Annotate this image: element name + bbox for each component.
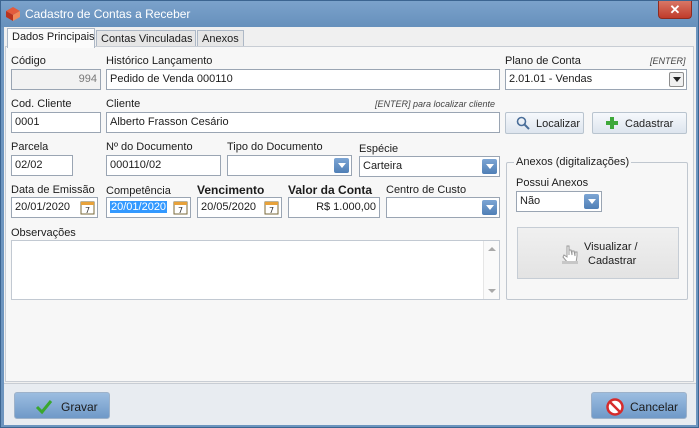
dialog-window: Cadastro de Contas a Receber ✕ Dados Pri… <box>0 0 699 428</box>
cod-cliente-field[interactable]: 0001 <box>11 112 101 133</box>
cadastrar-label: Cadastrar <box>625 118 674 130</box>
svg-text:7: 7 <box>85 206 90 215</box>
observacoes-scrollbar[interactable] <box>483 241 499 299</box>
possui-anexos-select[interactable]: Não <box>516 191 602 212</box>
chevron-down-icon[interactable] <box>482 159 497 174</box>
tipo-documento-label: Tipo do Documento <box>227 141 323 153</box>
plus-icon <box>606 117 618 129</box>
plano-label: Plano de Conta <box>505 55 581 67</box>
plano-hint: [ENTER] <box>650 56 686 66</box>
chevron-down-icon[interactable] <box>482 200 497 215</box>
svg-text:7: 7 <box>269 206 274 215</box>
gravar-button[interactable]: Gravar <box>14 392 110 419</box>
main-panel: Código 994 Histórico Lançamento Pedido d… <box>5 46 694 382</box>
historico-field[interactable]: Pedido de Venda 000110 <box>106 69 500 90</box>
cliente-field[interactable]: Alberto Frasson Cesário <box>106 112 500 133</box>
num-documento-label: Nº do Documento <box>106 141 193 153</box>
app-icon <box>6 7 20 21</box>
codigo-label: Código <box>11 55 46 67</box>
localizar-button[interactable]: Localizar <box>505 112 584 134</box>
observacoes-memo[interactable] <box>11 240 500 300</box>
competencia-value: 20/01/2020 <box>110 201 168 213</box>
historico-label: Histórico Lançamento <box>106 55 213 67</box>
visualizar-label-line1: Visualizar / <box>584 241 638 253</box>
data-emissao-label: Data de Emissão <box>11 184 95 196</box>
competencia-field[interactable]: 20/01/2020 7 <box>106 197 191 218</box>
vencimento-field[interactable]: 20/05/2020 7 <box>197 197 282 218</box>
plano-value: 2.01.01 - Vendas <box>509 73 593 85</box>
chevron-down-icon[interactable] <box>334 158 349 173</box>
calendar-icon[interactable]: 7 <box>80 200 95 215</box>
close-button[interactable]: ✕ <box>658 1 692 19</box>
gravar-label: Gravar <box>61 400 98 414</box>
parcela-label: Parcela <box>11 141 49 153</box>
visualizar-anexos-button[interactable]: Visualizar / Cadastrar <box>517 227 679 279</box>
centro-custo-label: Centro de Custo <box>386 184 467 196</box>
scroll-down-icon[interactable] <box>488 289 496 293</box>
observacoes-label: Observações <box>11 227 76 239</box>
tab-dados-principais[interactable]: Dados Principais <box>7 28 95 48</box>
num-documento-field[interactable]: 000110/02 <box>106 155 221 176</box>
tab-anexos[interactable]: Anexos <box>197 30 244 47</box>
cancelar-button[interactable]: Cancelar <box>591 392 687 419</box>
codigo-field[interactable]: 994 <box>11 69 101 90</box>
possui-anexos-value: Não <box>520 195 541 207</box>
vencimento-label: Vencimento <box>197 183 265 197</box>
cancel-icon <box>606 398 624 416</box>
cliente-label: Cliente <box>106 98 141 110</box>
possui-anexos-label: Possui Anexos <box>516 177 589 189</box>
anexos-group-title: Anexos (digitalizações) <box>514 156 632 168</box>
search-icon <box>516 116 530 130</box>
cliente-hint: [ENTER] para localizar cliente <box>375 99 496 109</box>
chevron-down-icon[interactable] <box>584 194 599 209</box>
valor-field[interactable]: R$ 1.000,00 <box>288 197 380 218</box>
especie-value: Carteira <box>363 160 403 172</box>
tab-contas-vinculadas[interactable]: Contas Vinculadas <box>96 30 196 47</box>
especie-select[interactable]: Carteira <box>359 156 500 177</box>
window-title: Cadastro de Contas a Receber <box>25 7 191 21</box>
cod-cliente-label: Cod. Cliente <box>11 98 72 110</box>
data-emissao-value: 20/01/2020 <box>15 201 71 213</box>
vencimento-value: 20/05/2020 <box>201 201 257 213</box>
visualizar-label-line2: Cadastrar <box>588 255 637 267</box>
scroll-up-icon[interactable] <box>488 247 496 251</box>
scanner-hand-icon <box>562 245 578 264</box>
checkmark-icon <box>35 400 53 415</box>
plano-select[interactable]: 2.01.01 - Vendas <box>505 69 687 90</box>
data-emissao-field[interactable]: 20/01/2020 7 <box>11 197 98 218</box>
centro-custo-select[interactable] <box>386 197 500 218</box>
tipo-documento-select[interactable] <box>227 155 352 176</box>
dialog-client: Dados Principais Contas Vinculadas Anexo… <box>4 27 696 425</box>
svg-text:7: 7 <box>178 206 183 215</box>
title-bar: Cadastro de Contas a Receber ✕ <box>1 1 698 27</box>
chevron-down-icon[interactable] <box>669 72 684 87</box>
cadastrar-cliente-button[interactable]: Cadastrar <box>592 112 687 134</box>
parcela-field[interactable]: 02/02 <box>11 155 73 176</box>
calendar-icon[interactable]: 7 <box>173 200 188 215</box>
valor-label: Valor da Conta <box>288 183 373 197</box>
cancelar-label: Cancelar <box>630 400 679 414</box>
competencia-label: Competência <box>106 185 171 197</box>
calendar-icon[interactable]: 7 <box>264 200 279 215</box>
especie-label: Espécie <box>359 143 399 155</box>
localizar-label: Localizar <box>536 118 581 130</box>
footer-bar: Gravar Cancelar <box>4 383 696 425</box>
